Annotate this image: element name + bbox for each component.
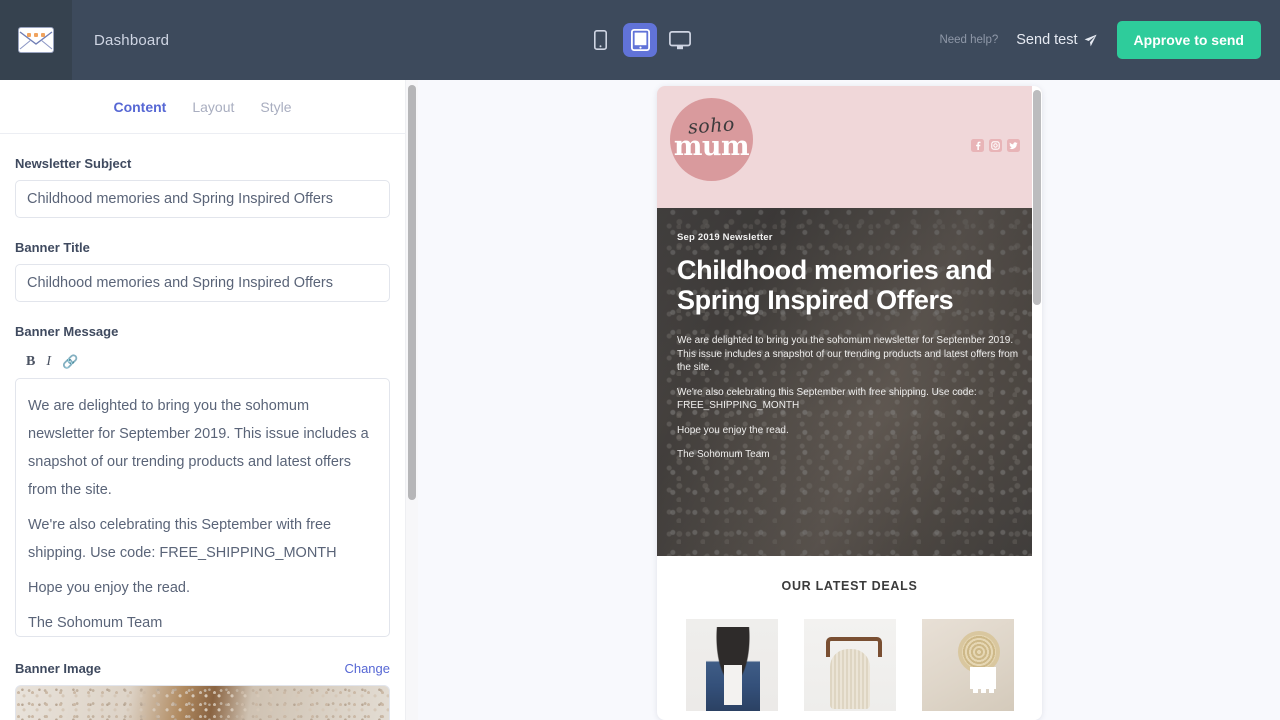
hero-paragraph: We're also celebrating this September wi…: [677, 386, 977, 412]
top-navigation-bar: Dashboard Need help? Send test Approve t…: [0, 0, 1280, 80]
banner-message-textarea[interactable]: We are delighted to bring you the sohomu…: [15, 378, 390, 637]
rich-text-toolbar: B I 🔗: [15, 348, 390, 378]
editor-scrollbar-thumb[interactable]: [408, 85, 416, 500]
instagram-icon[interactable]: [989, 139, 1002, 152]
editor-form: Newsletter Subject Banner Title Banner M…: [0, 156, 405, 720]
hero-eyebrow: Sep 2019 Newsletter: [677, 232, 773, 243]
page-title: Dashboard: [94, 31, 170, 49]
message-paragraph: The Sohomum Team: [28, 615, 163, 631]
link-icon[interactable]: 🔗: [62, 354, 78, 370]
latest-deals-title: OUR LATEST DEALS: [781, 579, 918, 593]
twitter-icon[interactable]: [1007, 139, 1020, 152]
tablet-icon: [630, 29, 650, 51]
need-help-link[interactable]: Need help?: [939, 34, 998, 46]
app-logo[interactable]: [0, 0, 72, 80]
banner-image-thumbnail[interactable]: [15, 685, 390, 720]
editor-tabs: Content Layout Style: [0, 80, 405, 134]
message-paragraph: We are delighted to bring you the sohomu…: [28, 398, 369, 498]
facebook-icon[interactable]: [971, 139, 984, 152]
change-banner-image-link[interactable]: Change: [344, 661, 390, 676]
device-toggle-phone[interactable]: [583, 23, 617, 57]
hero-paragraph: We are delighted to bring you the sohomu…: [677, 335, 1019, 373]
email-preview-frame: soho mum Sep 2019 Newsletter Childhood m…: [657, 86, 1042, 720]
social-links: [971, 139, 1020, 152]
message-paragraph: We're also celebrating this September wi…: [28, 517, 337, 561]
send-test-label: Send test: [1016, 32, 1078, 48]
hero-paragraph: The Sohomum Team: [677, 449, 770, 460]
email-brand-header: soho mum: [657, 86, 1042, 208]
editor-scrollbar[interactable]: [405, 80, 418, 720]
hero-body: We are delighted to bring you the sohomu…: [677, 334, 1022, 462]
banner-image-header: Banner Image Change: [15, 661, 390, 676]
newsletter-subject-input[interactable]: [15, 180, 390, 218]
editor-panel: Content Layout Style Newsletter Subject …: [0, 80, 405, 720]
device-preview-toggle-group: [583, 23, 697, 57]
device-toggle-desktop[interactable]: [663, 23, 697, 57]
send-test-button[interactable]: Send test: [1016, 32, 1097, 48]
paper-plane-icon: [1084, 34, 1097, 46]
tab-content[interactable]: Content: [113, 99, 166, 115]
device-toggle-tablet[interactable]: [623, 23, 657, 57]
product-tassel-earrings[interactable]: [921, 619, 1014, 711]
hero-paragraph: Hope you enjoy the read.: [677, 424, 789, 436]
banner-message-label: Banner Message: [15, 324, 119, 339]
hero-title: Childhood memories and Spring Inspired O…: [677, 255, 993, 315]
banner-title-input[interactable]: [15, 264, 390, 302]
top-bar-actions: Need help? Send test Approve to send: [939, 21, 1280, 59]
brand-logo-top: soho: [687, 113, 736, 139]
product-denim-jacket[interactable]: [685, 619, 778, 711]
desktop-icon: [669, 30, 691, 49]
latest-deals-section: OUR LATEST DEALS: [657, 556, 1042, 711]
brand-logo-bottom: mum: [673, 131, 750, 162]
approve-to-send-button[interactable]: Approve to send: [1116, 21, 1261, 59]
phone-icon: [593, 30, 607, 50]
banner-title-label: Banner Title: [15, 240, 90, 255]
italic-button[interactable]: I: [46, 354, 51, 370]
newsletter-subject-label: Newsletter Subject: [15, 156, 132, 171]
tab-layout[interactable]: Layout: [192, 99, 234, 115]
bold-button[interactable]: B: [26, 354, 35, 370]
envelope-icon: [19, 28, 53, 52]
message-paragraph: Hope you enjoy the read.: [28, 580, 191, 596]
product-ribbed-tank-top[interactable]: [803, 619, 896, 711]
deal-product-row: [657, 619, 1042, 711]
banner-image-label: Banner Image: [15, 661, 101, 676]
email-hero-banner: Sep 2019 Newsletter Childhood memories a…: [657, 208, 1042, 556]
email-preview-pane: soho mum Sep 2019 Newsletter Childhood m…: [418, 80, 1280, 720]
brand-logo: soho mum: [670, 98, 753, 181]
tab-style[interactable]: Style: [260, 99, 291, 115]
